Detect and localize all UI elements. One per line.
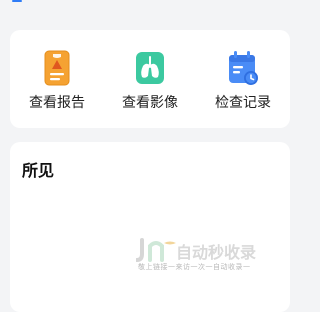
lung-image-icon: [133, 48, 167, 88]
svg-text:自动秒收录: 自动秒收录: [176, 243, 256, 262]
watermark-tagline: 敬上链接一来访一次一自动收录一: [138, 263, 251, 271]
view-images-button[interactable]: 查看影像: [103, 30, 197, 128]
view-report-label: 查看报告: [29, 95, 85, 111]
view-images-label: 查看影像: [122, 95, 178, 111]
seen-section-card: 所见: [10, 142, 290, 312]
header-fragment: [12, 0, 22, 2]
exam-records-label: 检查记录: [215, 95, 271, 111]
seen-section-title: 所见: [22, 161, 55, 180]
exam-records-button[interactable]: 检查记录: [196, 30, 290, 128]
top-header-strip: [0, 0, 300, 18]
quick-actions-card: 查看报告 查看影像 检查记录: [10, 30, 290, 128]
report-icon: [40, 48, 74, 88]
watermark-overlay: 自动秒收录 敬上链接一来访一次一自动收录一: [135, 236, 286, 280]
view-report-button[interactable]: 查看报告: [10, 30, 104, 128]
calendar-record-icon: [226, 48, 260, 88]
